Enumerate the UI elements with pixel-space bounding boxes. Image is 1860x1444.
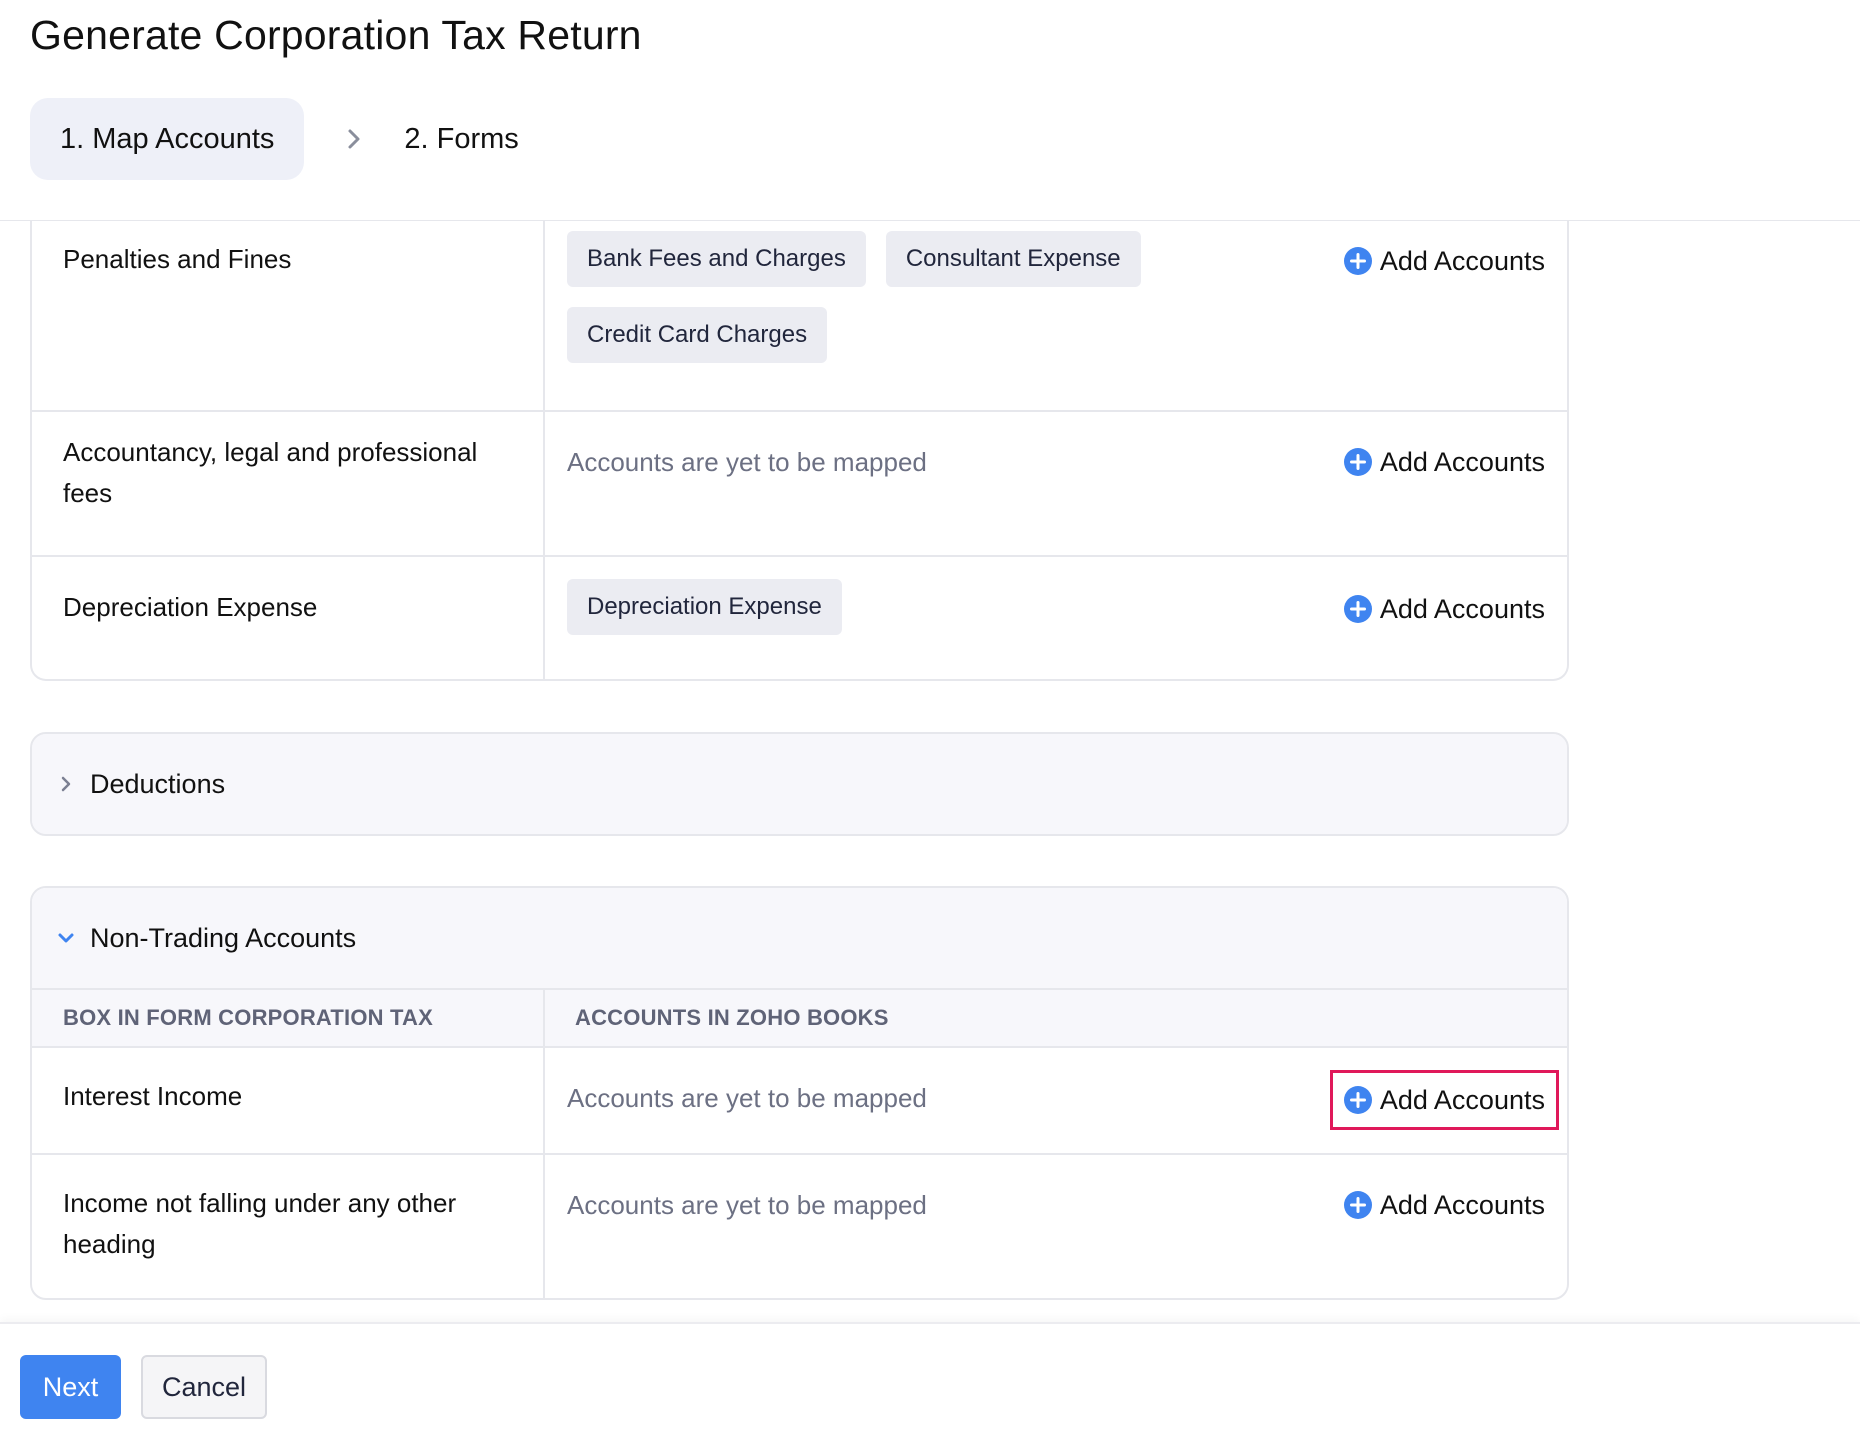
deductions-section: Deductions bbox=[30, 732, 1569, 836]
plus-circle-icon bbox=[1343, 448, 1372, 476]
section-title: Non-Trading Accounts bbox=[90, 922, 357, 953]
column-divider bbox=[543, 557, 545, 679]
column-divider bbox=[543, 412, 545, 555]
row-label: Penalties and Fines bbox=[63, 244, 292, 274]
unmapped-text: Accounts are yet to be mapped bbox=[567, 1190, 927, 1220]
add-accounts-label: Add Accounts bbox=[1379, 446, 1545, 477]
add-accounts-button[interactable]: Add Accounts bbox=[1343, 589, 1545, 629]
table-row: Income not falling under any other headi… bbox=[32, 1155, 1567, 1298]
add-accounts-label: Add Accounts bbox=[1379, 1084, 1545, 1115]
unmapped-text: Accounts are yet to be mapped bbox=[567, 447, 927, 477]
plus-circle-icon bbox=[1343, 1191, 1372, 1219]
add-accounts-button[interactable]: Add Accounts bbox=[1343, 1185, 1545, 1225]
chevron-right-icon bbox=[304, 98, 404, 180]
chevron-right-icon bbox=[52, 770, 80, 798]
account-chip[interactable]: Bank Fees and Charges bbox=[567, 231, 866, 287]
plus-circle-icon bbox=[1343, 595, 1372, 623]
mapped-accounts: Bank Fees and Charges Consultant Expense… bbox=[567, 231, 1207, 363]
add-accounts-label: Add Accounts bbox=[1379, 245, 1545, 276]
column-divider bbox=[543, 1048, 545, 1153]
column-divider bbox=[543, 1155, 545, 1298]
add-accounts-button[interactable]: Add Accounts bbox=[1343, 442, 1545, 482]
chevron-down-icon bbox=[52, 924, 80, 952]
add-accounts-label: Add Accounts bbox=[1379, 593, 1545, 624]
plus-circle-icon bbox=[1343, 1086, 1372, 1114]
account-chip[interactable]: Consultant Expense bbox=[885, 231, 1141, 287]
section-title: Deductions bbox=[90, 768, 226, 799]
add-accounts-button[interactable]: Add Accounts bbox=[1329, 1070, 1560, 1130]
stepper: 1. Map Accounts 2. Forms bbox=[30, 98, 519, 180]
expense-mapping-table: Penalties and Fines Bank Fees and Charge… bbox=[30, 221, 1569, 681]
non-trading-header[interactable]: Non-Trading Accounts bbox=[32, 888, 1567, 990]
row-label: Depreciation Expense bbox=[63, 592, 318, 622]
account-chip[interactable]: Depreciation Expense bbox=[567, 579, 842, 635]
table-row: Accountancy, legal and professional fees… bbox=[32, 412, 1567, 557]
deductions-header[interactable]: Deductions bbox=[32, 734, 1567, 834]
table-row: Depreciation Expense Depreciation Expens… bbox=[32, 557, 1567, 679]
table-row: Penalties and Fines Bank Fees and Charge… bbox=[32, 221, 1567, 412]
row-label: Interest Income bbox=[63, 1081, 243, 1111]
next-button[interactable]: Next bbox=[20, 1355, 121, 1419]
page-title: Generate Corporation Tax Return bbox=[30, 12, 642, 58]
table-row: Interest Income Accounts are yet to be m… bbox=[32, 1048, 1567, 1155]
mapped-accounts: Depreciation Expense bbox=[567, 579, 1207, 635]
column-divider bbox=[543, 990, 545, 1046]
plus-circle-icon bbox=[1343, 247, 1372, 275]
unmapped-text: Accounts are yet to be mapped bbox=[567, 1083, 927, 1113]
column-header-box: BOX IN FORM CORPORATION TAX bbox=[63, 1005, 434, 1030]
cancel-button[interactable]: Cancel bbox=[141, 1355, 267, 1419]
step-map-accounts[interactable]: 1. Map Accounts bbox=[30, 98, 305, 180]
non-trading-section: Non-Trading Accounts BOX IN FORM CORPORA… bbox=[30, 886, 1569, 1300]
add-accounts-button[interactable]: Add Accounts bbox=[1343, 241, 1545, 281]
add-accounts-label: Add Accounts bbox=[1379, 1189, 1545, 1220]
footer-bar: Next Cancel bbox=[0, 1322, 1860, 1444]
column-header-accounts: ACCOUNTS IN ZOHO BOOKS bbox=[575, 1005, 889, 1030]
column-divider bbox=[543, 221, 545, 410]
table-header: BOX IN FORM CORPORATION TAX ACCOUNTS IN … bbox=[32, 990, 1567, 1048]
account-chip[interactable]: Credit Card Charges bbox=[567, 307, 828, 363]
row-label: Income not falling under any other headi… bbox=[63, 1188, 457, 1259]
step-forms[interactable]: 2. Forms bbox=[404, 123, 518, 156]
row-label: Accountancy, legal and professional fees bbox=[63, 437, 478, 508]
